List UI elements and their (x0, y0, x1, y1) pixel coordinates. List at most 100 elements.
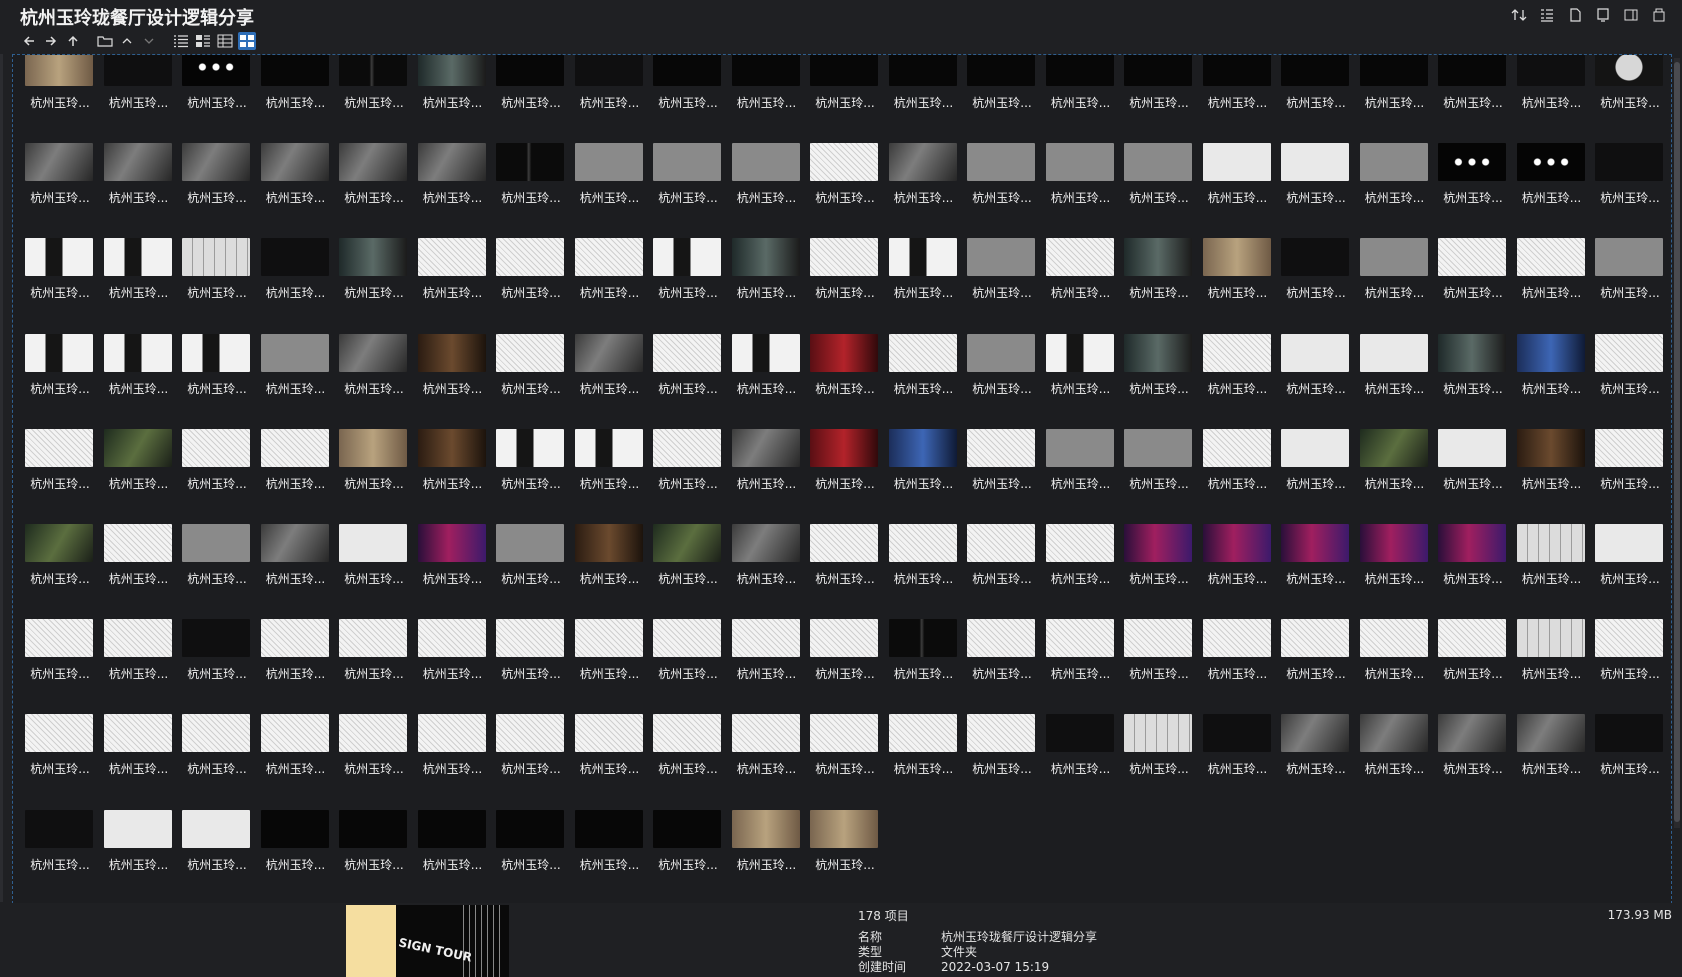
file-item[interactable]: 杭州玉玲... (100, 238, 179, 333)
file-item[interactable]: 杭州玉玲... (100, 619, 179, 714)
file-item[interactable]: 杭州玉玲... (649, 55, 728, 143)
file-item[interactable]: 杭州玉玲... (728, 55, 807, 143)
file-item[interactable]: 杭州玉玲... (728, 238, 807, 333)
file-item[interactable]: 杭州玉玲... (885, 619, 964, 714)
file-item[interactable]: 杭州玉玲... (257, 55, 336, 143)
file-item[interactable]: 杭州玉玲... (178, 714, 257, 809)
file-item[interactable]: 杭州玉玲... (257, 238, 336, 333)
file-item[interactable]: 杭州玉玲... (728, 619, 807, 714)
file-item[interactable]: 杭州玉玲... (649, 333, 728, 429)
details-view-icon[interactable] (194, 32, 212, 50)
file-item[interactable]: 杭州玉玲... (1591, 238, 1670, 333)
file-item[interactable]: 杭州玉玲... (414, 523, 493, 619)
file-item[interactable]: 杭州玉玲... (1199, 428, 1278, 524)
file-item[interactable]: 杭州玉玲... (1356, 428, 1435, 524)
file-item[interactable]: 杭州玉玲... (1513, 238, 1592, 333)
file-item[interactable]: 杭州玉玲... (1199, 523, 1278, 619)
file-item[interactable]: 杭州玉玲... (806, 523, 885, 619)
file-item[interactable]: 杭州玉玲... (257, 809, 336, 904)
file-item[interactable]: 杭州玉玲... (1042, 714, 1121, 809)
file-item[interactable]: 杭州玉玲... (885, 523, 964, 619)
file-item[interactable]: 杭州玉玲... (649, 428, 728, 524)
file-item[interactable]: 杭州玉玲... (1277, 523, 1356, 619)
file-item[interactable]: 杭州玉玲... (100, 143, 179, 238)
file-item[interactable]: 杭州玉玲... (21, 333, 100, 429)
file-item[interactable]: 杭州玉玲... (257, 714, 336, 809)
file-item[interactable]: 杭州玉玲... (21, 523, 100, 619)
file-item[interactable]: 杭州玉玲... (492, 428, 571, 524)
file-item[interactable]: 杭州玉玲... (1513, 714, 1592, 809)
file-item[interactable]: 杭州玉玲... (21, 714, 100, 809)
file-item[interactable]: 杭州玉玲... (1120, 238, 1199, 333)
file-item[interactable]: 杭州玉玲... (571, 55, 650, 143)
file-item[interactable]: 杭州玉玲... (571, 714, 650, 809)
file-item[interactable]: 杭州玉玲... (649, 809, 728, 904)
file-item[interactable]: 杭州玉玲... (1042, 333, 1121, 429)
vertical-scrollbar[interactable] (1674, 58, 1680, 828)
file-item[interactable]: 杭州玉玲... (885, 143, 964, 238)
file-item[interactable]: 杭州玉玲... (257, 428, 336, 524)
file-item[interactable]: 杭州玉玲... (178, 523, 257, 619)
file-item[interactable]: 杭州玉玲... (492, 55, 571, 143)
file-item[interactable]: 杭州玉玲... (100, 523, 179, 619)
file-item[interactable]: 杭州玉玲... (492, 238, 571, 333)
file-item[interactable]: 杭州玉玲... (414, 238, 493, 333)
file-item[interactable]: 杭州玉玲... (728, 714, 807, 809)
file-item[interactable]: 杭州玉玲... (21, 809, 100, 904)
file-item[interactable]: 杭州玉玲... (1042, 55, 1121, 143)
file-item[interactable]: 杭州玉玲... (963, 619, 1042, 714)
file-item[interactable]: 杭州玉玲... (492, 619, 571, 714)
file-item[interactable]: 杭州玉玲... (1356, 55, 1435, 143)
file-item[interactable]: 杭州玉玲... (178, 809, 257, 904)
file-item[interactable]: 杭州玉玲... (1199, 619, 1278, 714)
file-item[interactable]: 杭州玉玲... (335, 238, 414, 333)
file-item[interactable]: 杭州玉玲... (1277, 428, 1356, 524)
file-item[interactable]: 杭州玉玲... (335, 143, 414, 238)
file-item[interactable]: 杭州玉玲... (806, 428, 885, 524)
file-item[interactable]: 杭州玉玲... (100, 809, 179, 904)
file-item[interactable]: 杭州玉玲... (257, 333, 336, 429)
file-item[interactable]: 杭州玉玲... (1591, 143, 1670, 238)
up-icon[interactable] (64, 32, 82, 50)
file-item[interactable]: 杭州玉玲... (492, 333, 571, 429)
file-item[interactable]: 杭州玉玲... (963, 143, 1042, 238)
file-item[interactable]: 杭州玉玲... (806, 333, 885, 429)
file-item[interactable]: 杭州玉玲... (806, 143, 885, 238)
file-item[interactable]: 杭州玉玲... (963, 238, 1042, 333)
preview-pane-icon[interactable] (1594, 6, 1612, 24)
file-item[interactable]: 杭州玉玲... (963, 428, 1042, 524)
file-item[interactable]: 杭州玉玲... (806, 55, 885, 143)
file-item[interactable]: 杭州玉玲... (492, 809, 571, 904)
file-item[interactable]: 杭州玉玲... (1434, 143, 1513, 238)
file-item[interactable]: 杭州玉玲... (257, 619, 336, 714)
file-item[interactable]: 杭州玉玲... (414, 809, 493, 904)
file-item[interactable]: 杭州玉玲... (178, 333, 257, 429)
file-item[interactable]: 杭州玉玲... (1042, 428, 1121, 524)
file-item[interactable]: 杭州玉玲... (728, 143, 807, 238)
file-item[interactable]: 杭州玉玲... (1513, 523, 1592, 619)
file-item[interactable]: 杭州玉玲... (1120, 333, 1199, 429)
file-item[interactable]: 杭州玉玲... (1277, 55, 1356, 143)
file-item[interactable]: 杭州玉玲... (728, 333, 807, 429)
file-item[interactable]: 杭州玉玲... (649, 714, 728, 809)
file-item[interactable]: 杭州玉玲... (649, 238, 728, 333)
file-item[interactable]: 杭州玉玲... (1277, 238, 1356, 333)
file-item[interactable]: 杭州玉玲... (1356, 619, 1435, 714)
file-item[interactable]: 杭州玉玲... (1042, 523, 1121, 619)
forward-icon[interactable] (42, 32, 60, 50)
file-item[interactable]: 杭州玉玲... (1434, 714, 1513, 809)
list-view-icon[interactable] (172, 32, 190, 50)
file-item[interactable]: 杭州玉玲... (1591, 523, 1670, 619)
file-item[interactable]: 杭州玉玲... (963, 55, 1042, 143)
file-item[interactable]: 杭州玉玲... (1042, 143, 1121, 238)
copy-icon[interactable] (1650, 6, 1668, 24)
file-item[interactable]: 杭州玉玲... (1434, 619, 1513, 714)
file-item[interactable]: 杭州玉玲... (1356, 714, 1435, 809)
file-item[interactable]: 杭州玉玲... (1434, 55, 1513, 143)
file-item[interactable]: 杭州玉玲... (100, 714, 179, 809)
file-item[interactable]: 杭州玉玲... (649, 143, 728, 238)
file-item[interactable]: 杭州玉玲... (885, 333, 964, 429)
file-item[interactable]: 杭州玉玲... (257, 523, 336, 619)
file-item[interactable]: 杭州玉玲... (335, 523, 414, 619)
file-item[interactable]: 杭州玉玲... (178, 238, 257, 333)
